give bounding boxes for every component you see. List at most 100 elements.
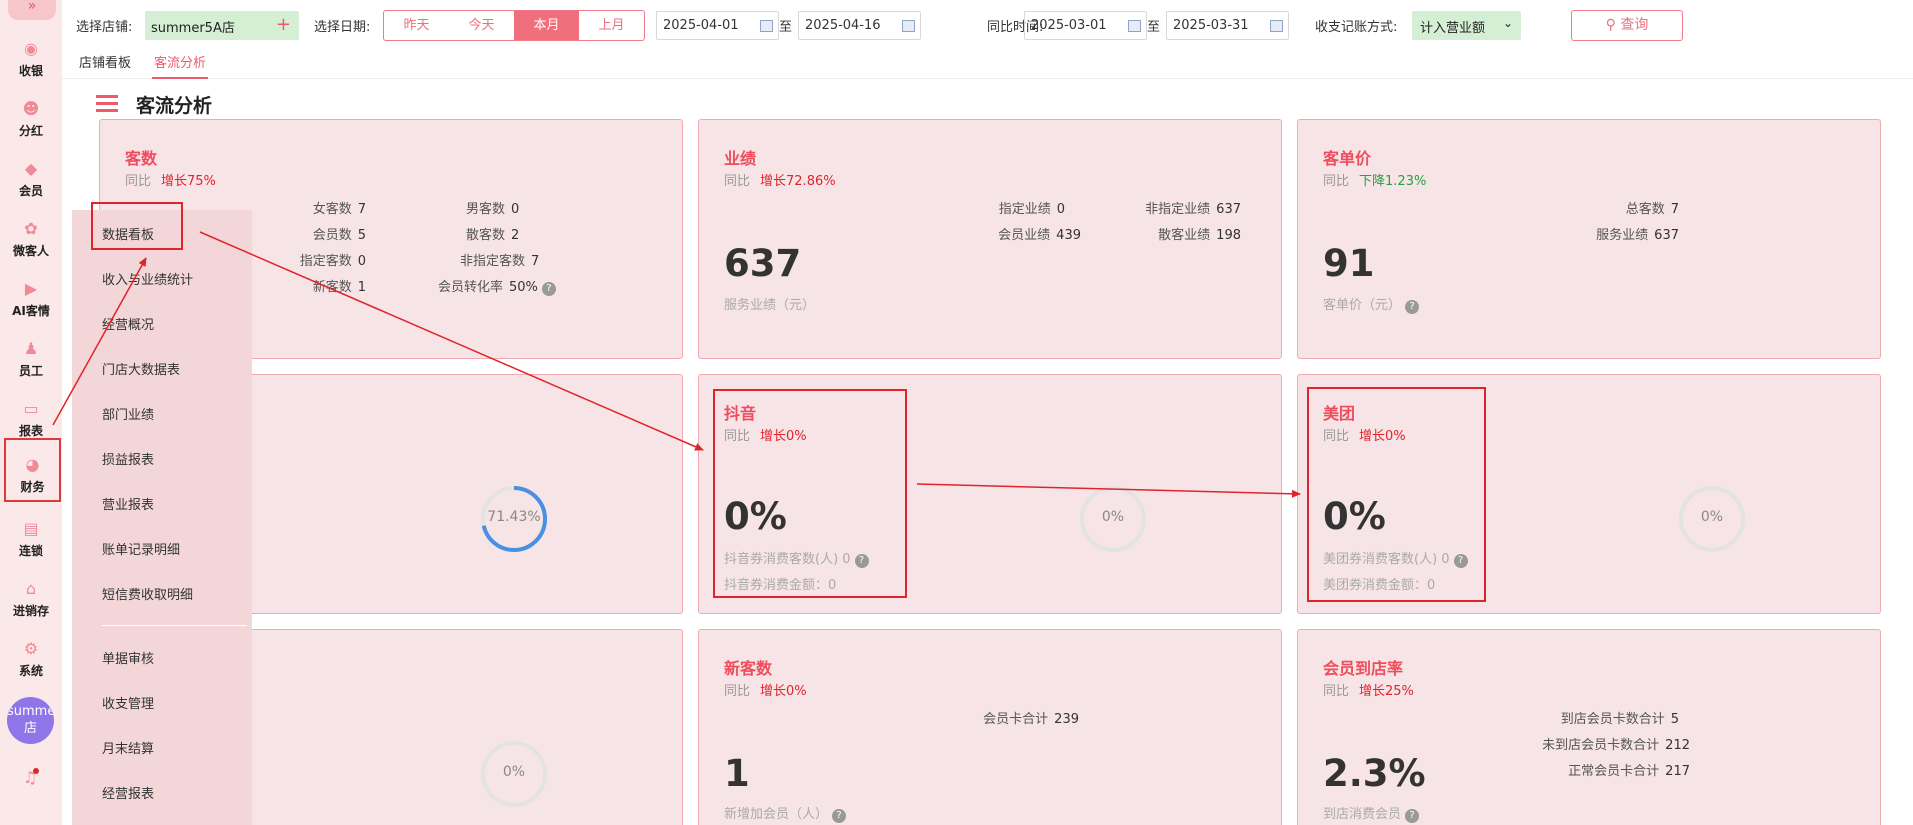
inventory-icon: ⌂ [25,579,37,598]
card-title: 会员到店率 [1323,659,1404,678]
menu-item-dept-perf[interactable]: 部门业绩 [102,404,154,423]
bell-icon[interactable]: ♫ [19,768,41,790]
sub-label: 到店消费会员? [1323,803,1420,823]
yoy-value: 增长72.86% [760,174,836,189]
nav-item-member[interactable]: ◆ 会员 [0,152,62,212]
stat-label: 服务业绩 [1596,228,1649,243]
stat-label: 非指定客数 [460,254,526,269]
menu-item-big-data[interactable]: 门店大数据表 [102,359,180,378]
menu-item-sms-fee[interactable]: 短信费收取明细 [102,584,193,603]
list-icon [96,95,118,113]
help-icon[interactable]: ? [1405,809,1420,823]
sidebar-toggle-button[interactable]: » [8,0,56,20]
help-icon[interactable]: ? [541,282,556,296]
nav-item-inventory[interactable]: ⌂ 进销存 [0,572,62,632]
account-value: 计入营业额 [1420,21,1486,36]
tab-store-dashboard[interactable]: 店铺看板 [79,52,131,79]
menu-item-revenue-stats[interactable]: 收入与业绩统计 [102,269,193,288]
compare-start-input[interactable]: 2025-03-01 [1024,11,1147,40]
stat-label: 指定业绩 [998,202,1051,217]
nav-item-micro-guest[interactable]: ✿ 微客人 [0,212,62,272]
nav-item-staff[interactable]: ♟ 员工 [0,332,62,392]
calendar-icon [1128,20,1141,32]
nav-item-dividend[interactable]: ☻ 分红 [0,92,62,152]
stat-total-customers: 总客数 7 [1626,198,1679,217]
dividend-icon: ☻ [22,99,40,118]
date-tab-last-month[interactable]: 上月 [579,11,644,40]
stat-designated: 指定客数 0 [300,250,366,269]
help-icon[interactable]: ? [1405,300,1420,314]
nav-label: 微客人 [12,244,49,258]
yoy-value: 增长75% [161,174,216,189]
store-select[interactable]: summer5A店 + [145,11,299,40]
stat-value: 217 [1665,764,1690,779]
yoy-row: 同比 增长25% [1323,680,1414,699]
menu-item-month-end[interactable]: 月末结算 [102,738,154,757]
stat-value: 7 [1670,202,1679,217]
stat-label: 男客数 [466,202,506,217]
store-label: 选择店铺: [76,20,133,35]
nav-label: AI客情 [12,304,50,318]
report-icon: ▭ [23,399,39,418]
menu-item-operation-report[interactable]: 经营报表 [102,783,154,802]
menu-item-income-expense[interactable]: 收支管理 [102,693,154,712]
stat-female: 女客数 7 [313,198,366,217]
stat-label: 非指定业绩 [1145,202,1211,217]
card-title: 客单价 [1323,149,1372,168]
avatar[interactable]: summer5A店 [7,697,54,744]
nav-item-chain[interactable]: ▤ 连锁 [0,512,62,572]
nav-label: 连锁 [18,544,43,558]
stat-value: 1 [357,280,366,295]
card-performance: 业绩 同比 增长72.86% 指定业绩 0 非指定业绩 637 会员业绩 439 散客业… [698,119,1282,359]
card-title: 客数 [125,149,158,168]
stat-male: 男客数 0 [466,198,519,217]
stat-visited-cards: 到店会员卡数合计 5 [1561,708,1679,727]
stat-service-perf: 服务业绩 637 [1596,224,1679,243]
notification-dot [33,768,39,774]
nav-label: 财务 [20,480,45,494]
app-root: » ◉ 收银 ☻ 分红 ◆ 会员 ✿ 微客人 ▶ AI客情 ♟ 员工 ▭ 报表 ◕ 财务 ▤ 连锁… [0,0,1913,825]
yoy-label: 同比 [125,174,152,189]
plus-icon[interactable]: + [276,14,291,35]
stat-value: 637 [1654,228,1679,243]
range-separator: 至 [1147,20,1161,35]
menu-item-bill-details[interactable]: 账单记录明细 [102,539,180,558]
search-icon: ⚲ [1605,17,1621,33]
start-date-input[interactable]: 2025-04-01 [656,11,779,40]
nav-item-system[interactable]: ⚙ 系统 [0,632,62,692]
compare-end-input[interactable]: 2025-03-31 [1166,11,1289,40]
start-date-value: 2025-04-01 [663,18,739,33]
menu-item-business-report[interactable]: 营业报表 [102,494,154,513]
menu-item-profit-loss[interactable]: 损益报表 [102,449,154,468]
yoy-label: 同比 [1323,174,1350,189]
range-separator: 至 [779,20,793,35]
stat-designated-perf: 指定业绩 0 [999,198,1065,217]
stat-not-visited-cards: 未到店会员卡数合计 212 [1542,734,1690,753]
stat-walk-in: 散客数 2 [466,224,519,243]
nav-item-ai-customer[interactable]: ▶ AI客情 [0,272,62,332]
tab-traffic-analysis[interactable]: 客流分析 [152,52,209,79]
end-date-input[interactable]: 2025-04-16 [798,11,921,40]
date-tabs: 昨天 今天 本月 上月 [383,10,645,41]
date-tab-this-month[interactable]: 本月 [514,11,579,40]
date-tab-yesterday[interactable]: 昨天 [384,11,449,40]
page-title: 客流分析 [136,95,213,117]
nav-item-cashier[interactable]: ◉ 收银 [0,32,62,92]
ring-label: 0% [1101,509,1125,525]
date-tab-today[interactable]: 今天 [449,11,514,40]
account-method-select[interactable]: 计入营业额 ⌄ [1412,11,1521,40]
stat-value: 439 [1056,228,1081,243]
yoy-value: 下降1.23% [1359,174,1427,189]
menu-item-doc-audit[interactable]: 单据审核 [102,648,154,667]
stat-label: 到店会员卡数合计 [1560,712,1665,727]
nav-item-finance[interactable]: ◕ 财务 [4,438,61,502]
stat-value: 7 [531,254,540,269]
stat-value: 7 [357,202,366,217]
stat-value: 198 [1216,228,1241,243]
stat-conversion: 会员转化率 50%? [438,276,556,296]
query-button[interactable]: ⚲ 查询 [1571,10,1683,41]
menu-item-overview[interactable]: 经营概况 [102,314,154,333]
stat-label: 散客数 [466,228,506,243]
stat-members: 会员数 5 [313,224,366,243]
help-icon[interactable]: ? [832,809,847,823]
